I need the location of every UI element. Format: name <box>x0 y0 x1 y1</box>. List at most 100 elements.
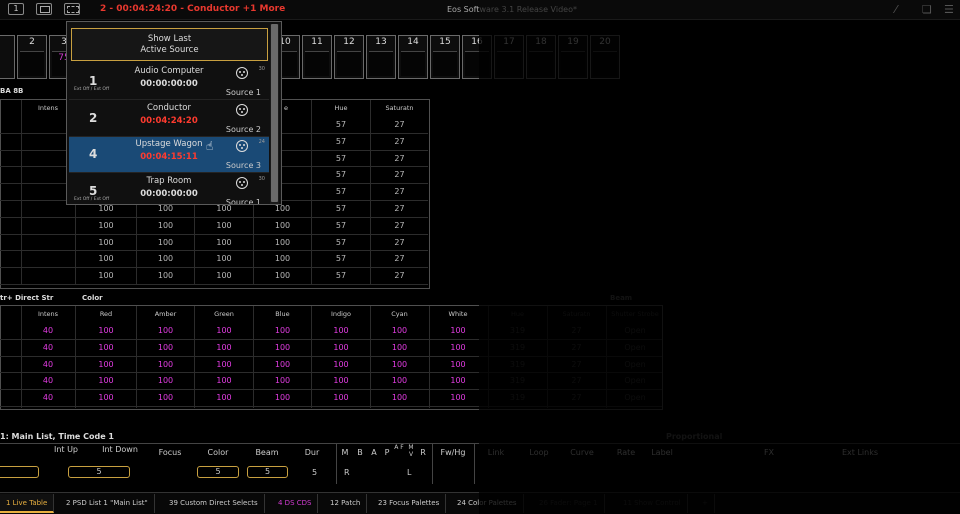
table-cell[interactable]: 100 <box>254 376 311 385</box>
cue-color-field[interactable]: 5 <box>197 466 239 478</box>
table-cell[interactable]: Open <box>607 393 663 402</box>
table-cell[interactable]: 27 <box>548 343 605 352</box>
table-cell[interactable]: 100 <box>137 271 194 280</box>
timecode-source-item[interactable]: 5 Trap Room 00:00:00:00 30 Ext Off / Ext Off… <box>69 174 269 205</box>
table-cell[interactable]: 100 <box>76 204 136 213</box>
table-cell[interactable]: 100 <box>254 221 311 230</box>
table-cell[interactable]: 100 <box>195 343 253 352</box>
cue-int-down-field[interactable]: 5 <box>68 466 130 478</box>
table-cell[interactable]: 27 <box>371 221 428 230</box>
table-cell[interactable]: 57 <box>312 170 370 179</box>
table-cell[interactable]: 100 <box>195 376 253 385</box>
scrollbar-thumb[interactable] <box>271 24 278 202</box>
table-cell[interactable]: 100 <box>76 221 136 230</box>
table-cell[interactable]: 100 <box>76 254 136 263</box>
table-cell[interactable]: 100 <box>371 376 428 385</box>
table-cell[interactable]: 100 <box>76 271 136 280</box>
cue-dur-value[interactable]: 5 <box>312 468 317 477</box>
table-cell[interactable]: 57 <box>312 187 370 196</box>
table-cell[interactable]: 100 <box>137 376 194 385</box>
layout-button-3[interactable] <box>64 3 80 15</box>
table-cell[interactable]: 100 <box>312 326 370 335</box>
table-cell[interactable]: 319 <box>489 360 546 369</box>
table-cell[interactable]: 100 <box>254 238 311 247</box>
table-cell[interactable]: 40 <box>22 326 74 335</box>
table-cell[interactable]: 27 <box>548 393 605 402</box>
table-cell[interactable]: 40 <box>22 393 74 402</box>
table-cell[interactable]: 27 <box>371 154 428 163</box>
channel-tile[interactable]: 11 <box>302 35 332 79</box>
table-cell[interactable]: 100 <box>137 393 194 402</box>
table-cell[interactable]: 100 <box>254 271 311 280</box>
table-cell[interactable]: 40 <box>22 360 74 369</box>
table-cell[interactable]: 100 <box>430 376 486 385</box>
table-cell[interactable]: 319 <box>489 393 546 402</box>
table-cell[interactable]: 100 <box>254 343 311 352</box>
channel-tile[interactable]: 2 <box>17 35 47 79</box>
table-cell[interactable]: Open <box>607 326 663 335</box>
table-cell[interactable]: 100 <box>76 326 136 335</box>
channel-tile[interactable]: 16 <box>462 35 492 79</box>
channel-tile[interactable]: 14 <box>398 35 428 79</box>
table-cell[interactable]: 100 <box>137 204 194 213</box>
table-cell[interactable]: 100 <box>371 326 428 335</box>
cue-beam-field[interactable]: 5 <box>247 466 288 478</box>
table-cell[interactable]: 319 <box>489 326 546 335</box>
channel-tile[interactable]: 15 <box>430 35 460 79</box>
table-cell[interactable]: 100 <box>312 393 370 402</box>
tab-7[interactable]: 26 Fader: Page 1 <box>533 494 605 513</box>
table-cell[interactable]: 100 <box>312 343 370 352</box>
table-cell[interactable]: 100 <box>430 360 486 369</box>
channel-tile[interactable]: 18 <box>526 35 556 79</box>
tab-2[interactable]: 39 Custom Direct Selects <box>163 494 265 513</box>
table-cell[interactable]: 100 <box>371 360 428 369</box>
table-cell[interactable]: 100 <box>137 360 194 369</box>
table-cell[interactable]: 100 <box>430 393 486 402</box>
tab-1[interactable]: 2 PSD List 1 "Main List" <box>60 494 155 513</box>
dropdown-scrollbar[interactable] <box>270 24 279 204</box>
table-cell[interactable]: 27 <box>548 360 605 369</box>
table-cell[interactable]: 100 <box>76 343 136 352</box>
table-cell[interactable]: 319 <box>489 343 546 352</box>
tab-0[interactable]: 1 Live Table <box>0 494 55 513</box>
table-cell[interactable]: 100 <box>371 393 428 402</box>
table-cell[interactable]: 100 <box>312 376 370 385</box>
channel-tile[interactable]: 12 <box>334 35 364 79</box>
show-last-active-source-button[interactable]: Show Last Active Source <box>71 28 268 61</box>
channel-tile-partial[interactable] <box>0 35 15 79</box>
table-cell[interactable]: 40 <box>22 343 74 352</box>
channel-tile[interactable]: 17 <box>494 35 524 79</box>
timecode-source-item[interactable]: 4 Upstage Wagon 00:04:15:11 24 Source 3 <box>69 137 269 173</box>
table-cell[interactable]: Open <box>607 343 663 352</box>
table-cell[interactable]: 27 <box>371 187 428 196</box>
tab-5[interactable]: 23 Focus Palettes <box>372 494 447 513</box>
tab-8[interactable]: 11 Show Control <box>617 494 688 513</box>
table-cell[interactable]: 100 <box>254 360 311 369</box>
table-cell[interactable]: 100 <box>254 204 311 213</box>
table-cell[interactable]: 100 <box>137 343 194 352</box>
table-cell[interactable]: 57 <box>312 271 370 280</box>
table-cell[interactable]: 27 <box>371 254 428 263</box>
table-cell[interactable]: 57 <box>312 238 370 247</box>
layout-button-2[interactable] <box>36 3 52 15</box>
table-cell[interactable]: 100 <box>76 360 136 369</box>
table-cell[interactable]: 100 <box>137 238 194 247</box>
table-cell[interactable]: 100 <box>312 360 370 369</box>
pencil-icon[interactable]: ⁄ <box>895 3 897 16</box>
table-cell[interactable]: 27 <box>371 137 428 146</box>
table-cell[interactable]: 27 <box>371 271 428 280</box>
tab-6[interactable]: 24 Color Palettes <box>451 494 524 513</box>
table-cell[interactable]: 100 <box>195 254 253 263</box>
table-cell[interactable]: 27 <box>371 204 428 213</box>
table-cell[interactable]: Open <box>607 376 663 385</box>
layout-button-1[interactable]: 1 <box>8 3 24 15</box>
table-cell[interactable]: 100 <box>195 326 253 335</box>
table-cell[interactable]: 100 <box>137 326 194 335</box>
table-cell[interactable]: 100 <box>195 360 253 369</box>
table-cell[interactable]: 100 <box>430 343 486 352</box>
table-cell[interactable]: 100 <box>195 204 253 213</box>
table-cell[interactable]: 100 <box>76 376 136 385</box>
table-cell[interactable]: 100 <box>76 393 136 402</box>
table-cell[interactable]: 100 <box>254 326 311 335</box>
table-cell[interactable]: 100 <box>371 343 428 352</box>
